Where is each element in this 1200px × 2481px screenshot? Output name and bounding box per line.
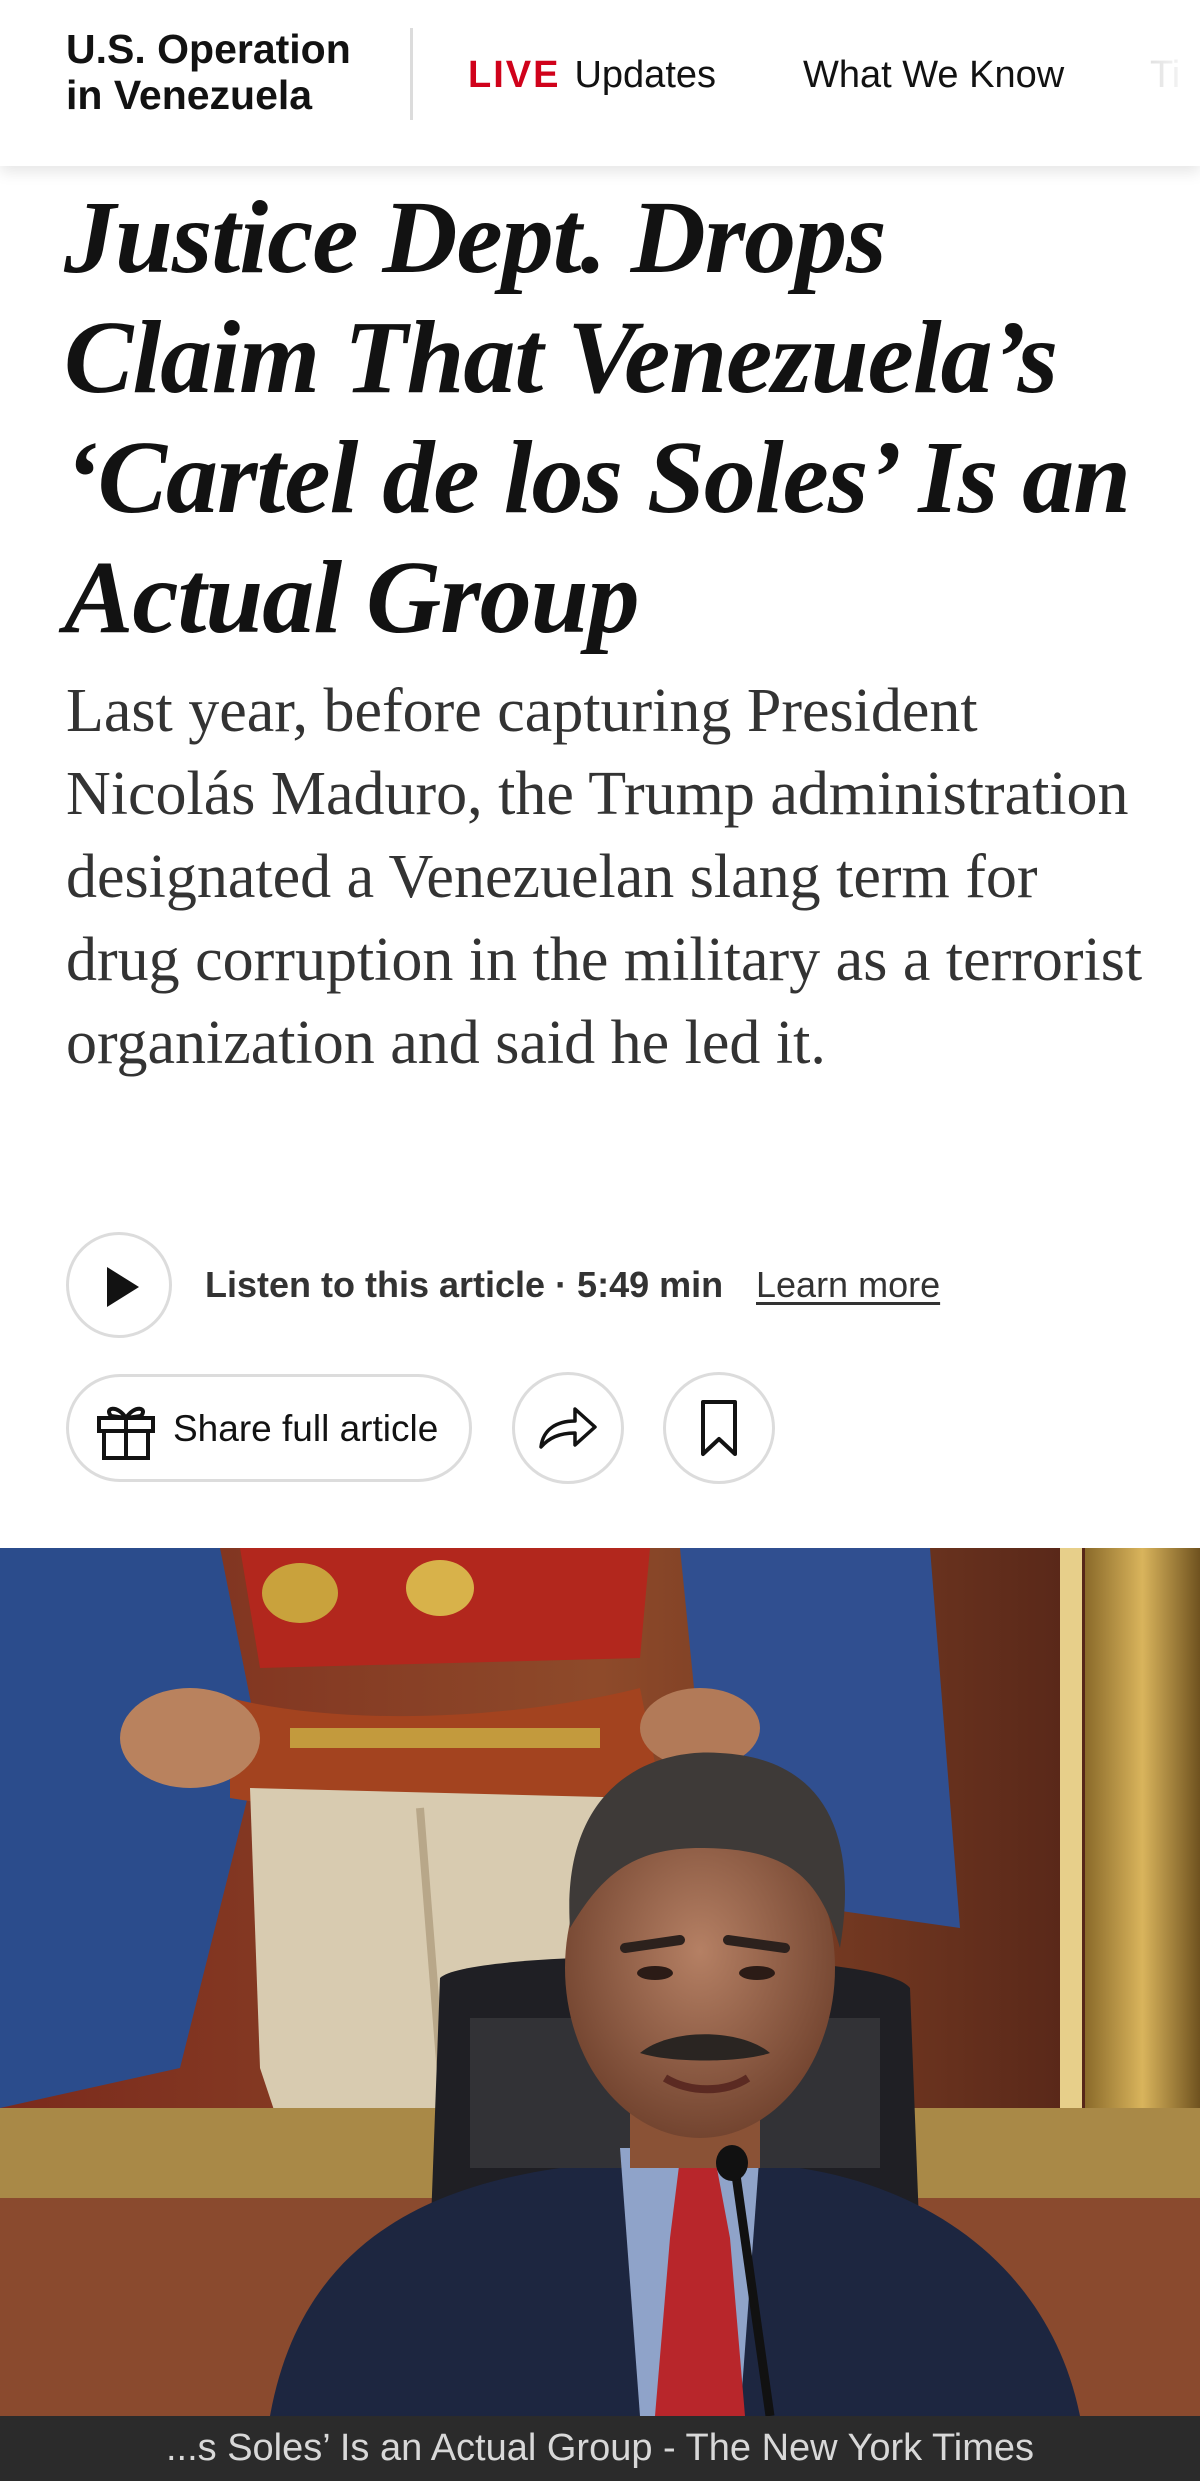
nav-live-updates[interactable]: LIVE Updates (468, 50, 716, 100)
listen-label: Listen to this article · 5:49 min (205, 1264, 724, 1305)
article-summary: Last year, before capturing President Ni… (66, 677, 1143, 1077)
live-badge: LIVE (468, 54, 561, 96)
play-audio-button[interactable] (66, 1232, 172, 1338)
gift-icon (97, 1406, 155, 1460)
share-full-article-button[interactable]: Share full article (66, 1374, 472, 1482)
section-nav: U.S. Operation in Venezuela LIVE Updates … (0, 0, 1200, 166)
play-icon (107, 1267, 139, 1307)
lead-photo-illustration (0, 1548, 1200, 2416)
share-button[interactable] (512, 1372, 624, 1484)
nav-what-we-know[interactable]: What We Know (803, 50, 1064, 100)
section-title[interactable]: U.S. Operation in Venezuela (66, 26, 396, 118)
forward-arrow-icon (539, 1407, 597, 1449)
page-title-bar: ...s Soles’ Is an Actual Group - The New… (0, 2416, 1200, 2481)
nav-divider (410, 28, 413, 120)
learn-more-link[interactable]: Learn more (756, 1260, 940, 1310)
bookmark-icon (701, 1400, 737, 1456)
nav-live-label: Updates (574, 54, 717, 96)
lead-photo (0, 1548, 1200, 2416)
share-label: Share full article (173, 1408, 439, 1449)
save-bookmark-button[interactable] (663, 1372, 775, 1484)
article-headline: Justice Dept. Drops Claim That Venezuela… (64, 180, 1131, 655)
nav-fade (1120, 0, 1200, 166)
